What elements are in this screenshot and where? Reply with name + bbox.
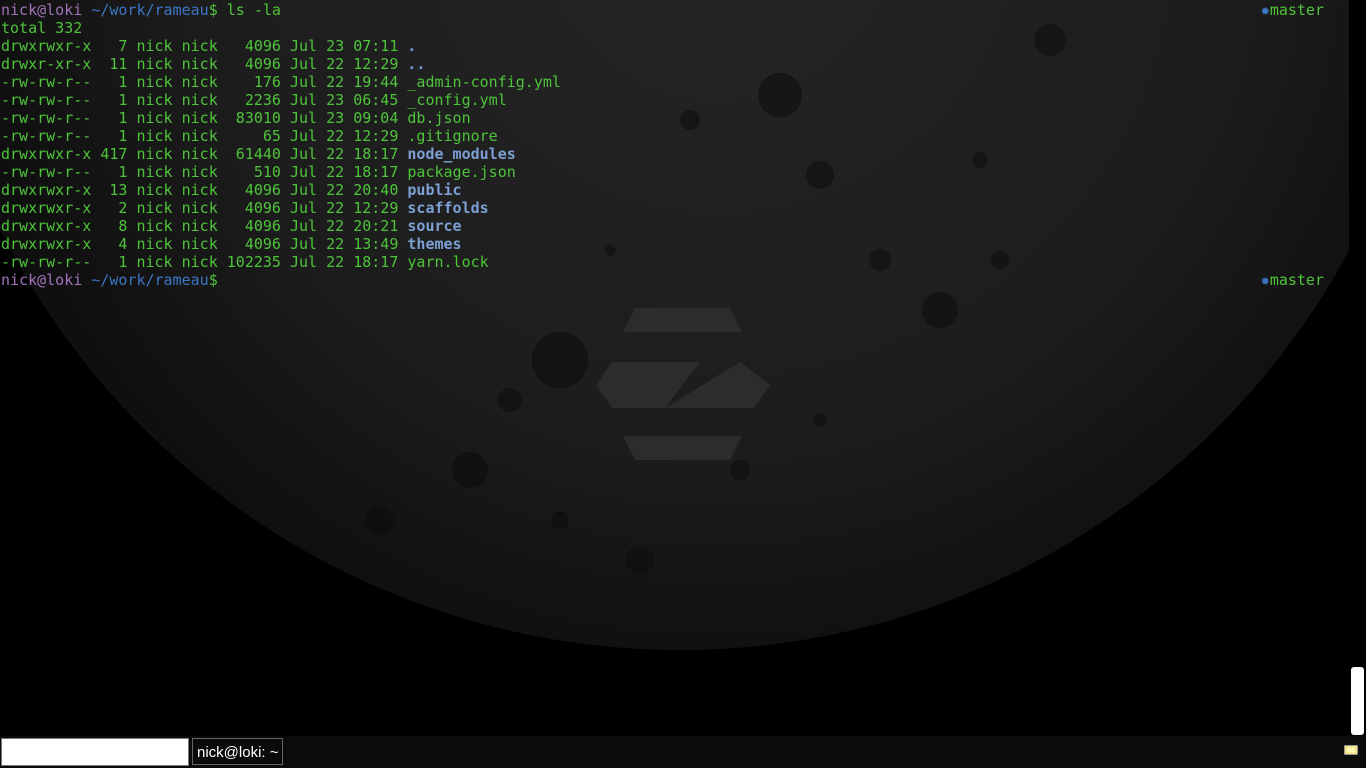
prompt-symbol: $	[208, 271, 218, 289]
entry-name: _config.yml	[407, 91, 507, 109]
list-item: drwxrwxr-x 4 nick nick 4096 Jul 22 13:49…	[1, 235, 462, 253]
entry-name: db.json	[407, 109, 471, 127]
entry-meta: -rw-rw-r-- 1 nick nick 102235 Jul 22 18:…	[1, 253, 408, 271]
entry-name: _admin-config.yml	[407, 73, 561, 91]
entry-name: public	[407, 181, 462, 199]
terminal-scrollbar[interactable]	[1349, 0, 1366, 736]
prompt-symbol: $	[208, 1, 218, 19]
list-item: -rw-rw-r-- 1 nick nick 65 Jul 22 12:29 .…	[1, 127, 498, 145]
list-item: drwxrwxr-x 417 nick nick 61440 Jul 22 18…	[1, 145, 516, 163]
list-item: -rw-rw-r-- 1 nick nick 2236 Jul 23 06:45…	[1, 91, 507, 109]
entry-meta: drwxrwxr-x 7 nick nick 4096 Jul 23 07:11	[1, 37, 408, 55]
entry-meta: drwxrwxr-x 13 nick nick 4096 Jul 22 20:4…	[1, 181, 408, 199]
entry-meta: -rw-rw-r-- 1 nick nick 2236 Jul 23 06:45	[1, 91, 408, 109]
git-status: ✹master	[1261, 1, 1324, 19]
prompt-path: ~/work/rameau	[91, 271, 209, 289]
list-item: drwxrwxr-x 13 nick nick 4096 Jul 22 20:4…	[1, 181, 462, 199]
entry-meta: drwxr-xr-x 11 nick nick 4096 Jul 22 12:2…	[1, 55, 408, 73]
list-item: -rw-rw-r-- 1 nick nick 102235 Jul 22 18:…	[1, 253, 489, 271]
prompt-user-host: nick@loki	[1, 271, 83, 289]
git-dirty-icon: ✹	[1260, 1, 1270, 19]
entry-name: source	[407, 217, 462, 235]
notification-icon[interactable]	[1344, 745, 1358, 755]
list-item: -rw-rw-r-- 1 nick nick 176 Jul 22 19:44 …	[1, 73, 561, 91]
taskbar: nick@loki: ~	[0, 736, 1366, 768]
prompt-user-host: nick@loki	[1, 1, 83, 19]
entry-meta: -rw-rw-r-- 1 nick nick 83010 Jul 23 09:0…	[1, 109, 408, 127]
git-branch: master	[1269, 271, 1324, 289]
window-button-terminal[interactable]: nick@loki: ~	[192, 738, 283, 765]
list-item: drwxrwxr-x 8 nick nick 4096 Jul 22 20:21…	[1, 217, 462, 235]
entry-name: .gitignore	[407, 127, 498, 145]
git-dirty-icon: ✹	[1260, 271, 1270, 289]
entry-meta: drwxrwxr-x 4 nick nick 4096 Jul 22 13:49	[1, 235, 408, 253]
run-command-input[interactable]	[1, 738, 189, 766]
scrollbar-thumb[interactable]	[1351, 667, 1364, 735]
entry-meta: drwxrwxr-x 2 nick nick 4096 Jul 22 12:29	[1, 199, 408, 217]
entry-name: yarn.lock	[407, 253, 489, 271]
entry-name: scaffolds	[407, 199, 489, 217]
entry-meta: drwxrwxr-x 8 nick nick 4096 Jul 22 20:21	[1, 217, 408, 235]
prompt-line: nick@loki ~/work/rameau$ ls -la	[1, 1, 281, 19]
entry-meta: -rw-rw-r-- 1 nick nick 65 Jul 22 12:29	[1, 127, 408, 145]
command-text: ls -la	[226, 1, 281, 19]
entry-meta: drwxrwxr-x 417 nick nick 61440 Jul 22 18…	[1, 145, 408, 163]
git-branch: master	[1269, 1, 1324, 19]
entry-name: ..	[407, 55, 426, 73]
list-item: drwxrwxr-x 7 nick nick 4096 Jul 23 07:11…	[1, 37, 416, 55]
list-item: drwxr-xr-x 11 nick nick 4096 Jul 22 12:2…	[1, 55, 425, 73]
terminal-output[interactable]: nick@loki ~/work/rameau$ ls -la ✹master …	[0, 0, 1348, 735]
prompt-line-current: nick@loki ~/work/rameau$	[1, 271, 218, 289]
list-item: -rw-rw-r-- 1 nick nick 83010 Jul 23 09:0…	[1, 109, 471, 127]
entry-meta: -rw-rw-r-- 1 nick nick 510 Jul 22 18:17	[1, 163, 408, 181]
prompt-path: ~/work/rameau	[91, 1, 209, 19]
entry-name: .	[407, 37, 417, 55]
git-status: ✹master	[1261, 271, 1324, 289]
desktop: nick@loki ~/work/rameau$ ls -la ✹master …	[0, 0, 1366, 768]
total-line: total 332	[1, 19, 83, 37]
list-item: drwxrwxr-x 2 nick nick 4096 Jul 22 12:29…	[1, 199, 489, 217]
list-item: -rw-rw-r-- 1 nick nick 510 Jul 22 18:17 …	[1, 163, 516, 181]
entry-name: themes	[407, 235, 462, 253]
entry-name: node_modules	[407, 145, 516, 163]
entry-meta: -rw-rw-r-- 1 nick nick 176 Jul 22 19:44	[1, 73, 408, 91]
entry-name: package.json	[407, 163, 516, 181]
